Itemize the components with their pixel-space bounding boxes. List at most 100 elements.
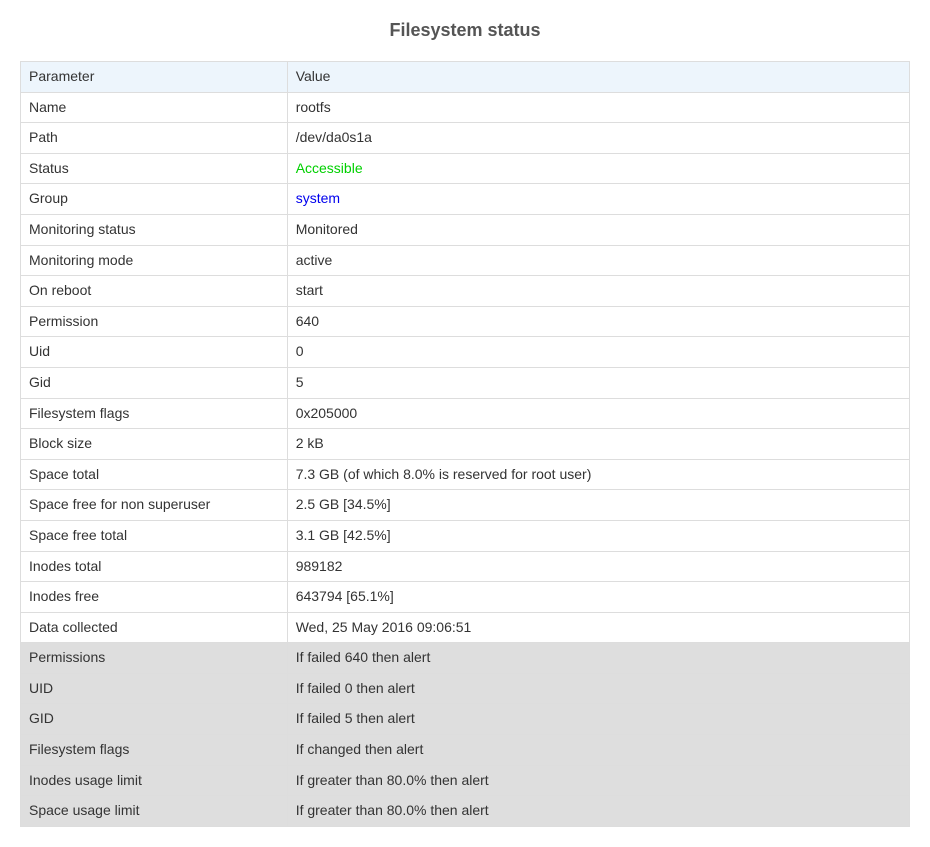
group-link[interactable]: system [296, 190, 340, 206]
row-value: 0x205000 [287, 398, 909, 429]
row-value: If failed 640 then alert [287, 643, 909, 674]
row-value-text: 2 kB [296, 435, 324, 451]
row-param: Inodes usage limit [21, 765, 288, 796]
table-row: Gid5 [21, 367, 910, 398]
row-param: Status [21, 153, 288, 184]
row-value-text: active [296, 252, 333, 268]
row-value-text: 640 [296, 313, 319, 329]
table-row: Space usage limit If greater than 80.0% t… [21, 796, 910, 827]
row-value-text: If failed 640 then alert [296, 649, 431, 665]
table-header-row: Parameter Value [21, 62, 910, 93]
table-row: Filesystem flags 0x205000 [21, 398, 910, 429]
row-value-text: If failed 0 then alert [296, 680, 415, 696]
table-row: Space free total 3.1 GB [42.5%] [21, 520, 910, 551]
row-value: 2.5 GB [34.5%] [287, 490, 909, 521]
table-row: Status Accessible [21, 153, 910, 184]
filesystem-status-table: Parameter Value Name rootfs Path/dev/da0s1… [20, 61, 910, 827]
row-value-text: 989182 [296, 558, 343, 574]
row-value: If failed 0 then alert [287, 673, 909, 704]
row-param: Name [21, 92, 288, 123]
row-param: Uid [21, 337, 288, 368]
row-param: Filesystem flags [21, 735, 288, 766]
row-value: Monitored [287, 214, 909, 245]
row-value-text: /dev/da0s1a [296, 129, 372, 145]
row-param: Block size [21, 429, 288, 460]
row-param: Gid [21, 367, 288, 398]
table-row: Inodes total 989182 [21, 551, 910, 582]
table-row: Path/dev/da0s1a [21, 123, 910, 154]
table-row: Filesystem flags If changed then alert [21, 735, 910, 766]
row-value: If changed then alert [287, 735, 909, 766]
row-param: Permissions [21, 643, 288, 674]
row-param: Inodes total [21, 551, 288, 582]
table-row: Space total 7.3 GB (of which 8.0% is rese… [21, 459, 910, 490]
row-value: rootfs [287, 92, 909, 123]
header-parameter: Parameter [21, 62, 288, 93]
table-row: Group system [21, 184, 910, 215]
page-title: Filesystem status [20, 20, 910, 41]
row-param: Space usage limit [21, 796, 288, 827]
row-value: active [287, 245, 909, 276]
row-value-text: 0 [296, 343, 304, 359]
table-row: Block size 2 kB [21, 429, 910, 460]
row-value: system [287, 184, 909, 215]
table-row: On reboot start [21, 276, 910, 307]
row-value: 989182 [287, 551, 909, 582]
row-param: GID [21, 704, 288, 735]
row-value-text: Wed, 25 May 2016 09:06:51 [296, 619, 472, 635]
row-value: 3.1 GB [42.5%] [287, 520, 909, 551]
row-param: Permission [21, 306, 288, 337]
row-value-text: If greater than 80.0% then alert [296, 802, 489, 818]
row-value-text: If greater than 80.0% then alert [296, 772, 489, 788]
row-value: /dev/da0s1a [287, 123, 909, 154]
row-value: 7.3 GB (of which 8.0% is reserved for ro… [287, 459, 909, 490]
row-value-text: 0x205000 [296, 405, 358, 421]
table-row: Space free for non superuser 2.5 GB [34.5… [21, 490, 910, 521]
table-row: Inodes usage limit If greater than 80.0% … [21, 765, 910, 796]
row-value: 5 [287, 367, 909, 398]
row-value: 2 kB [287, 429, 909, 460]
row-param: Monitoring mode [21, 245, 288, 276]
table-row: Uid 0 [21, 337, 910, 368]
row-value-text: 3.1 GB [42.5%] [296, 527, 391, 543]
table-row: Permissions If failed 640 then alert [21, 643, 910, 674]
row-value: 640 [287, 306, 909, 337]
row-param: Group [21, 184, 288, 215]
row-param: Space total [21, 459, 288, 490]
row-value-text: Accessible [296, 160, 363, 176]
row-param: Monitoring status [21, 214, 288, 245]
row-value-text: 643794 [65.1%] [296, 588, 394, 604]
row-value-text: 2.5 GB [34.5%] [296, 496, 391, 512]
row-param: Space free total [21, 520, 288, 551]
row-param: Path [21, 123, 288, 154]
row-param: Space free for non superuser [21, 490, 288, 521]
row-value: start [287, 276, 909, 307]
row-value: If failed 5 then alert [287, 704, 909, 735]
row-value-text: 7.3 GB (of which 8.0% is reserved for ro… [296, 466, 592, 482]
row-value: If greater than 80.0% then alert [287, 765, 909, 796]
row-value: Wed, 25 May 2016 09:06:51 [287, 612, 909, 643]
row-value-text: start [296, 282, 323, 298]
row-value: Accessible [287, 153, 909, 184]
row-param: Data collected [21, 612, 288, 643]
header-value: Value [287, 62, 909, 93]
row-value-text: rootfs [296, 99, 331, 115]
table-row: GID If failed 5 then alert [21, 704, 910, 735]
table-row: Data collected Wed, 25 May 2016 09:06:51 [21, 612, 910, 643]
row-param: On reboot [21, 276, 288, 307]
row-value-text: If changed then alert [296, 741, 424, 757]
row-value-text: Monitored [296, 221, 358, 237]
row-param: UID [21, 673, 288, 704]
row-param: Filesystem flags [21, 398, 288, 429]
table-row: UID If failed 0 then alert [21, 673, 910, 704]
row-value: If greater than 80.0% then alert [287, 796, 909, 827]
table-row: Permission 640 [21, 306, 910, 337]
table-row: Name rootfs [21, 92, 910, 123]
table-row: Monitoring mode active [21, 245, 910, 276]
row-value: 0 [287, 337, 909, 368]
table-row: Inodes free 643794 [65.1%] [21, 582, 910, 613]
row-value: 643794 [65.1%] [287, 582, 909, 613]
table-row: Monitoring status Monitored [21, 214, 910, 245]
row-param: Inodes free [21, 582, 288, 613]
row-value-text: If failed 5 then alert [296, 710, 415, 726]
